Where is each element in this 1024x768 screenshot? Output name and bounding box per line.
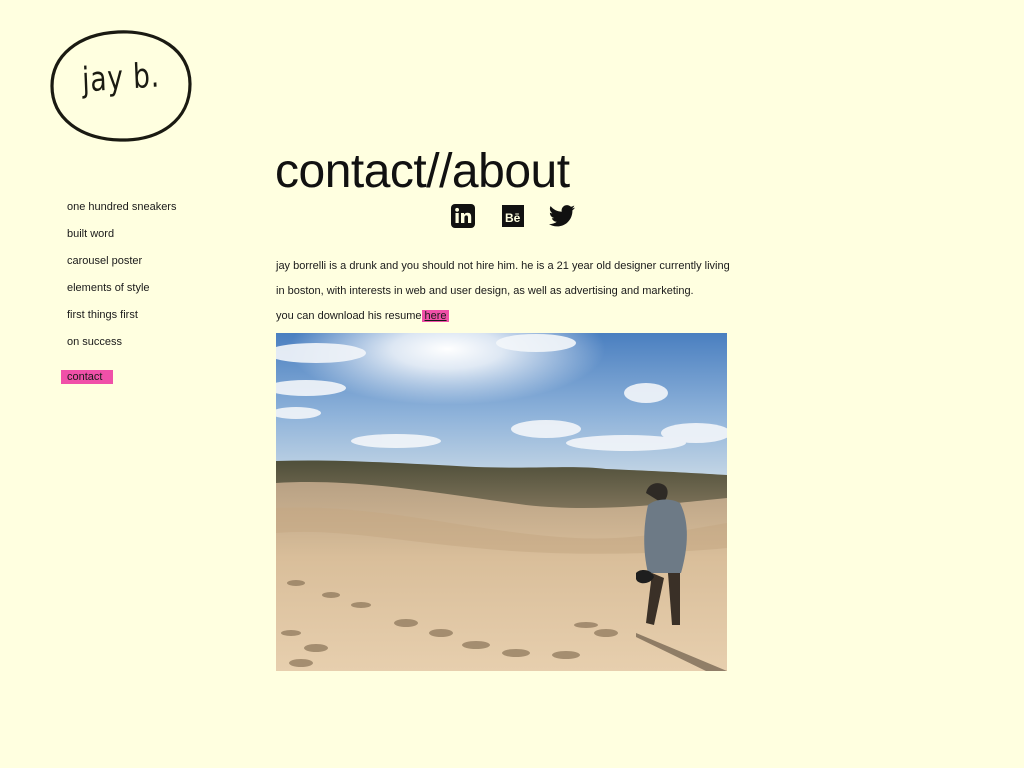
nav-item-on-success[interactable]: on success — [61, 335, 241, 349]
nav-item-elements-of-style[interactable]: elements of style — [61, 281, 241, 295]
logo-text: jay b. — [81, 55, 161, 101]
resume-prefix: you can download his resume — [276, 310, 422, 322]
resume-line: you can download his resume here — [276, 304, 746, 329]
twitter-icon — [548, 205, 575, 227]
resume-download-link[interactable]: here — [421, 310, 449, 322]
nav-item-one-hundred-sneakers[interactable]: one hundred sneakers — [61, 200, 241, 214]
page: jay b. one hundred sneakers built word c… — [0, 0, 1024, 768]
linkedin-link[interactable] — [450, 203, 476, 229]
bio-line: in boston, with interests in web and use… — [276, 285, 694, 297]
nav-item-first-things-first[interactable]: first things first — [61, 308, 241, 322]
svg-text:Bē: Bē — [505, 211, 521, 225]
nav-item-carousel-poster[interactable]: carousel poster — [61, 254, 241, 268]
nav-item-built-word[interactable]: built word — [61, 227, 241, 241]
twitter-link[interactable] — [548, 203, 576, 229]
dune-photo-image — [276, 333, 727, 671]
profile-photo — [276, 333, 727, 671]
site-logo[interactable]: jay b. — [48, 28, 194, 144]
sidebar-nav: one hundred sneakers built word carousel… — [61, 200, 241, 397]
bio-line: jay borrelli is a drunk and you should n… — [276, 260, 730, 272]
nav-item-contact[interactable]: contact — [61, 370, 113, 384]
page-title: contact//about — [275, 145, 570, 198]
bio-text: jay borrelli is a drunk and you should n… — [276, 254, 746, 329]
linkedin-icon — [451, 204, 475, 228]
behance-link[interactable]: Bē — [500, 203, 526, 229]
behance-icon: Bē — [502, 205, 524, 227]
